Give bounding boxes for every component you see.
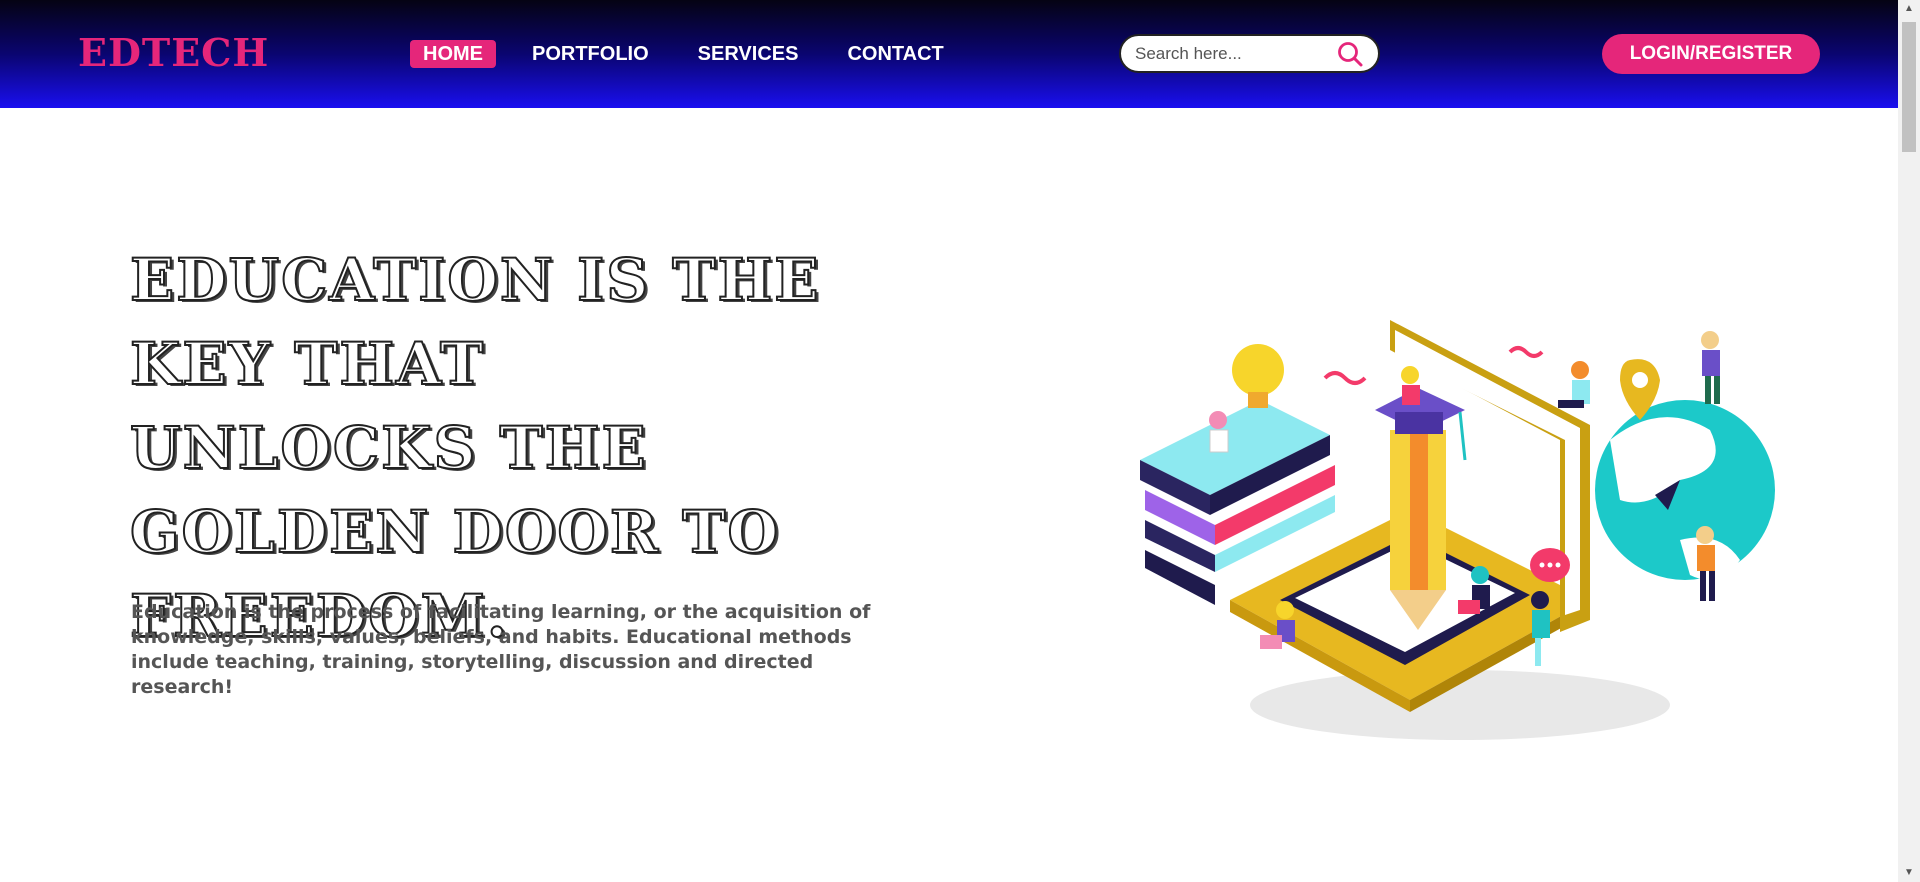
scroll-thumb[interactable] [1902, 22, 1916, 152]
brand-logo[interactable]: EDTECH [78, 30, 269, 75]
nav-item-contact[interactable]: CONTACT [834, 40, 956, 68]
nav-item-services[interactable]: SERVICES [685, 40, 812, 68]
search-icon[interactable] [1336, 40, 1364, 68]
main-nav: HOME PORTFOLIO SERVICES CONTACT [410, 40, 980, 68]
education-illustration [1140, 320, 1775, 740]
search-box [1119, 34, 1380, 73]
top-navbar: EDTECH HOME PORTFOLIO SERVICES CONTACT L… [0, 0, 1898, 108]
nav-item-portfolio[interactable]: PORTFOLIO [519, 40, 662, 68]
scroll-down-arrow-icon[interactable]: ▼ [1898, 864, 1920, 882]
hero-headline: EDUCATION IS THE KEY THAT UNLOCKS THE GO… [129, 245, 821, 651]
login-register-button[interactable]: LOGIN/REGISTER [1602, 34, 1820, 74]
nav-item-home[interactable]: HOME [410, 40, 496, 68]
search-input[interactable] [1135, 43, 1335, 65]
page-scrollbar[interactable]: ▲ ▼ [1898, 0, 1920, 882]
hero-description: Education is the process of facilitating… [131, 601, 871, 698]
scroll-up-arrow-icon[interactable]: ▲ [1898, 0, 1920, 18]
